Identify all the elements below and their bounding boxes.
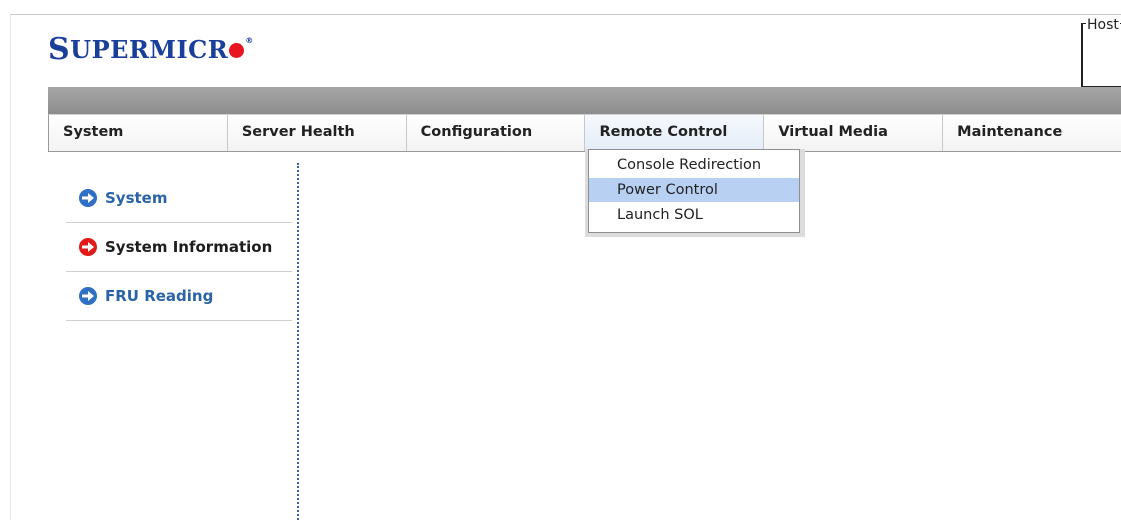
logo-initial: S — [48, 32, 71, 67]
main-nav: System Server Health Configuration Remot… — [48, 114, 1121, 152]
tab-maintenance[interactable]: Maintenance — [943, 115, 1121, 151]
sidebar-item-label: System Information — [105, 238, 273, 256]
supermicro-logo: S UPERMICR ® — [48, 32, 254, 67]
tab-system[interactable]: System — [49, 115, 228, 151]
sidebar-divider — [297, 163, 299, 520]
sidebar-item-label: FRU Reading — [105, 287, 214, 305]
logo-text: UPERMICR — [70, 35, 229, 64]
header-band — [48, 87, 1121, 114]
logo-red-dot-icon — [229, 43, 245, 58]
frame-left-border — [10, 14, 11, 520]
menu-item-power-control[interactable]: Power Control — [589, 178, 799, 202]
arrow-right-circle-red-icon — [79, 238, 97, 256]
arrow-right-circle-icon — [79, 189, 97, 207]
tab-remote-control[interactable]: Remote Control — [585, 115, 765, 151]
sidebar: System System Information FRU Reading — [66, 174, 292, 321]
menu-item-console-redirection[interactable]: Console Redirection — [589, 153, 799, 177]
tab-server-health[interactable]: Server Health — [228, 115, 407, 151]
sidebar-item-label: System — [105, 189, 168, 207]
sidebar-item-system-information[interactable]: System Information — [66, 223, 292, 272]
tab-virtual-media[interactable]: Virtual Media — [764, 115, 944, 151]
logo-registered-mark: ® — [245, 36, 254, 45]
host-label: Host — [1086, 17, 1120, 33]
arrow-right-circle-icon — [79, 287, 97, 305]
menu-item-launch-sol[interactable]: Launch SOL — [589, 203, 799, 227]
remote-control-menu: Console Redirection Power Control Launch… — [588, 149, 800, 233]
tab-configuration[interactable]: Configuration — [407, 115, 586, 151]
sidebar-item-fru-reading[interactable]: FRU Reading — [66, 272, 292, 321]
sidebar-item-system[interactable]: System — [66, 174, 292, 223]
frame-top-border — [10, 14, 1121, 15]
